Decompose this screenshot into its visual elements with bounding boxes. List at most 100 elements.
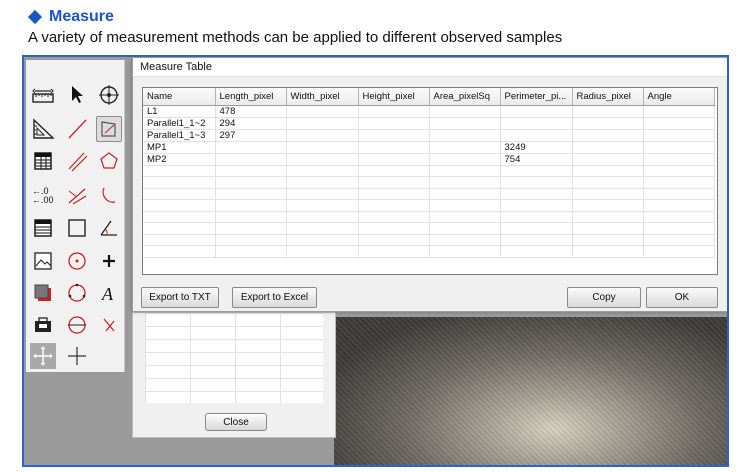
table-row (143, 245, 715, 258)
table-cell: 3249 (500, 141, 573, 154)
circle-center-icon[interactable] (64, 248, 90, 274)
rectangle-icon[interactable] (64, 215, 90, 241)
table-cell (643, 141, 715, 154)
table-header-row: Name Length_pixel Width_pixel Height_pix… (143, 88, 715, 106)
pentagon-icon[interactable] (96, 148, 122, 174)
line-icon[interactable] (64, 116, 90, 142)
table-cell (572, 117, 644, 130)
export-txt-button[interactable]: Export to TXT (141, 287, 219, 308)
sample-image (334, 317, 727, 465)
measure-data-table: Name Length_pixel Width_pixel Height_pix… (143, 88, 715, 258)
table-cell (500, 129, 573, 142)
column-header[interactable]: Angle (643, 88, 715, 106)
table-cell: Parallel1_1~2 (143, 117, 216, 130)
column-header[interactable]: Radius_pixel (572, 88, 644, 106)
table-view-icon[interactable] (30, 215, 56, 241)
polygon-select-icon[interactable] (96, 116, 122, 142)
column-header[interactable]: Length_pixel (215, 88, 287, 106)
parallel-lines-icon[interactable] (64, 148, 90, 174)
table-row (143, 188, 715, 200)
measure-table: Name Length_pixel Width_pixel Height_pix… (142, 87, 718, 275)
table-cell (429, 141, 501, 154)
page-header: Measure A variety of measurement methods… (27, 8, 563, 46)
arc-icon[interactable] (96, 182, 122, 208)
table-row (143, 176, 715, 189)
table-cell (643, 105, 715, 118)
table-cell (286, 117, 359, 130)
table-cell (429, 105, 501, 118)
table-cell (500, 117, 573, 130)
table-cell: 294 (215, 117, 287, 130)
table-row[interactable]: L1 478 (143, 105, 715, 118)
intersection-icon[interactable] (96, 312, 122, 338)
table-cell (358, 129, 430, 142)
table-cell (286, 153, 359, 166)
table-row[interactable]: Parallel1_1~2 294 (143, 117, 715, 130)
ok-button[interactable]: OK (646, 287, 718, 308)
table-grid-icon[interactable] (30, 148, 56, 174)
table-row (143, 211, 715, 223)
table-cell (572, 153, 644, 166)
point-icon[interactable] (96, 248, 122, 274)
table-cell (215, 141, 287, 154)
table-cell (643, 117, 715, 130)
column-header[interactable]: Width_pixel (286, 88, 359, 106)
angle-measure-icon[interactable] (96, 215, 122, 241)
ruler-calibrate-icon[interactable] (30, 82, 56, 108)
table-cell (429, 129, 501, 142)
svg-text:A: A (101, 284, 114, 303)
page-title: Measure (49, 8, 114, 25)
measure-table-window: Measure Table Name Length_pixel Width_pi… (132, 57, 727, 312)
column-header[interactable]: Area_pixelSq (429, 88, 501, 106)
table-cell (358, 117, 430, 130)
table-row (143, 234, 715, 246)
table-cell (286, 105, 359, 118)
window-title: Measure Table (133, 58, 727, 77)
image-icon[interactable] (30, 248, 56, 274)
table-cell: 478 (215, 105, 287, 118)
application-screenshot: ←.0 ←.00 A Close Measure Table Name Leng… (22, 55, 729, 467)
circle-diameter-icon[interactable] (64, 312, 90, 338)
table-row[interactable]: MP1 3249 (143, 141, 715, 154)
angle-lines-icon[interactable] (64, 182, 90, 208)
table-cell (572, 105, 644, 118)
export-excel-button[interactable]: Export to Excel (232, 287, 317, 308)
ruler-angle-icon[interactable] (30, 116, 56, 142)
crosshair-circle-icon[interactable] (96, 82, 122, 108)
copy-button[interactable]: Copy (567, 287, 641, 308)
table-cell (572, 141, 644, 154)
decimal-places-icon[interactable]: ←.0 ←.00 (30, 182, 56, 208)
page-subtitle: A variety of measurement methods can be … (28, 29, 563, 46)
table-cell (643, 129, 715, 142)
table-cell (215, 153, 287, 166)
table-cell (643, 153, 715, 166)
table-cell: MP2 (143, 153, 216, 166)
table-cell (429, 117, 501, 130)
table-cell (286, 129, 359, 142)
cursor-arrow-icon[interactable] (64, 82, 90, 108)
three-point-circle-icon[interactable] (64, 280, 90, 306)
camera-icon[interactable] (30, 312, 56, 338)
table-cell (358, 141, 430, 154)
column-header[interactable]: Name (143, 88, 216, 106)
move-icon[interactable] (30, 343, 56, 369)
diamond-bullet-icon (27, 9, 43, 25)
close-button[interactable]: Close (205, 413, 267, 431)
table-cell (286, 141, 359, 154)
table-cell (358, 105, 430, 118)
table-cell: MP1 (143, 141, 216, 154)
cross-line-icon[interactable] (64, 343, 90, 369)
table-row (143, 222, 715, 235)
text-icon[interactable]: A (96, 280, 122, 306)
table-cell (358, 153, 430, 166)
column-header[interactable]: Height_pixel (358, 88, 430, 106)
results-dialog: Close (132, 312, 336, 438)
layer-icon[interactable] (30, 280, 56, 306)
column-header[interactable]: Perimeter_pi... (500, 88, 573, 106)
table-cell: 297 (215, 129, 287, 142)
table-row[interactable]: Parallel1_1~3 297 (143, 129, 715, 142)
table-cell (429, 153, 501, 166)
table-row[interactable]: MP2 754 (143, 153, 715, 166)
table-row (143, 165, 715, 177)
table-cell (572, 129, 644, 142)
